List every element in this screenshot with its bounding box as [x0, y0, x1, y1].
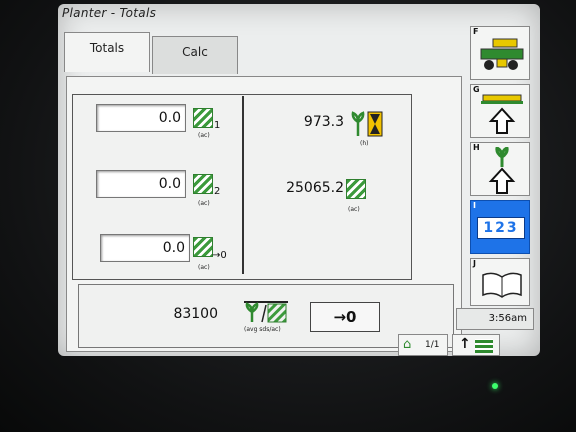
up-arrow-seed-icon — [488, 147, 516, 194]
counter-2-index: 2 — [214, 186, 221, 197]
tab-calc[interactable]: Calc — [152, 36, 238, 74]
menu-grid-icon — [475, 339, 493, 353]
tab-totals[interactable]: Totals — [64, 32, 150, 72]
counter-1-index: 1 — [214, 120, 221, 131]
power-led — [492, 383, 498, 389]
book-icon — [482, 272, 522, 298]
softkey-f-planter[interactable]: F — [470, 26, 530, 80]
hours-value: 973.3 — [303, 114, 344, 130]
area-icon — [193, 237, 213, 257]
divider-line — [242, 96, 244, 274]
softkey-g-row-units[interactable]: G — [470, 84, 530, 138]
display-screen: Planter - Totals Totals Calc 0.0 1 (ac) … — [58, 4, 540, 356]
reset-counter-button[interactable]: →0 — [310, 302, 380, 332]
area-counter-reset-field[interactable]: 0.0 — [100, 234, 190, 262]
seed-hours-icon — [351, 111, 383, 137]
menu-button[interactable]: ↑ — [452, 334, 500, 356]
counter-1-unit: (ac) — [198, 132, 210, 139]
avg-seeds-unit: (avg sds/ac) — [244, 326, 281, 333]
hours-unit: (h) — [360, 140, 369, 147]
lifetime-area-value: 25065.2 — [286, 180, 344, 196]
home-icon: ⌂ — [403, 337, 412, 352]
lifetime-area-unit: (ac) — [348, 206, 360, 213]
softkey-h-seed[interactable]: H — [470, 142, 530, 196]
area-icon — [346, 179, 366, 199]
counter-2-unit: (ac) — [198, 200, 210, 207]
key-letter: I — [473, 201, 476, 210]
window-title: Planter - Totals — [62, 6, 157, 20]
page-indicator: 1/1 — [425, 340, 440, 350]
up-arrow-icon: ↑ — [459, 336, 471, 352]
area-counter-1-field[interactable]: 0.0 — [96, 104, 186, 132]
tab-totals-label: Totals — [89, 41, 125, 55]
counter-reset-unit: (ac) — [198, 264, 210, 271]
softkey-j-manual[interactable]: J — [470, 258, 530, 306]
up-arrow-row-unit-icon — [481, 94, 523, 134]
seed-rate-icon — [244, 301, 288, 323]
area-icon — [193, 174, 213, 194]
key-letter: F — [473, 27, 479, 36]
numeric-keypad-icon: 123 — [477, 217, 525, 239]
key-letter: J — [473, 259, 476, 268]
reset-counter-label: →0 — [333, 308, 357, 326]
area-counter-2-field[interactable]: 0.0 — [96, 170, 186, 198]
avg-seeds-value: 83100 — [173, 306, 218, 322]
counter-reset-index: →0 — [212, 250, 227, 261]
clock: 3:56am — [456, 308, 534, 330]
area-icon — [193, 108, 213, 128]
softkey-i-keypad[interactable]: I 123 — [470, 200, 530, 254]
planter-icon — [480, 38, 524, 70]
tab-calc-label: Calc — [182, 45, 208, 59]
home-page-button[interactable]: ⌂ 1/1 — [398, 334, 448, 356]
